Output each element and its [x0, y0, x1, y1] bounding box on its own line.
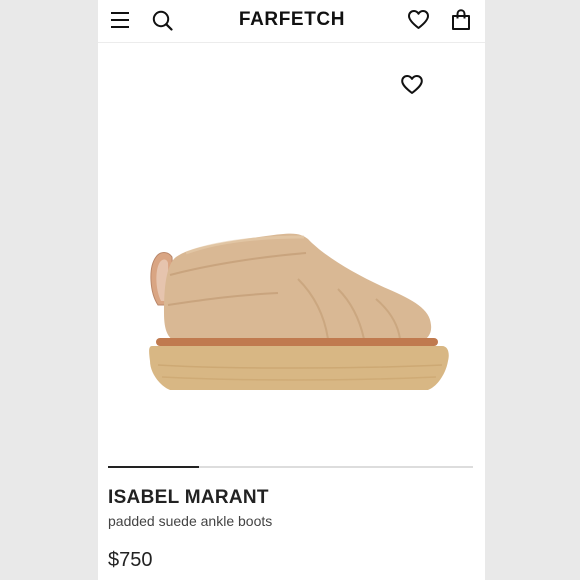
app-screen: FARFETCH ISABEL MARANT padded suede ankl… — [98, 0, 485, 580]
farfetch-logo[interactable]: FARFETCH — [208, 9, 376, 31]
product-description: padded suede ankle boots — [108, 513, 273, 529]
product-price: $750 — [108, 549, 153, 571]
search-icon[interactable] — [152, 10, 173, 31]
shopping-bag-icon[interactable] — [451, 9, 471, 31]
product-image[interactable] — [98, 43, 485, 461]
top-navigation-bar: FARFETCH — [98, 0, 485, 43]
product-brand[interactable]: ISABEL MARANT — [108, 487, 269, 509]
carousel-active-segment — [108, 466, 200, 468]
add-to-wishlist-heart-icon[interactable] — [401, 75, 423, 95]
menu-icon[interactable] — [110, 10, 130, 30]
heart-icon[interactable] — [408, 10, 429, 30]
image-carousel-indicator — [108, 466, 473, 468]
